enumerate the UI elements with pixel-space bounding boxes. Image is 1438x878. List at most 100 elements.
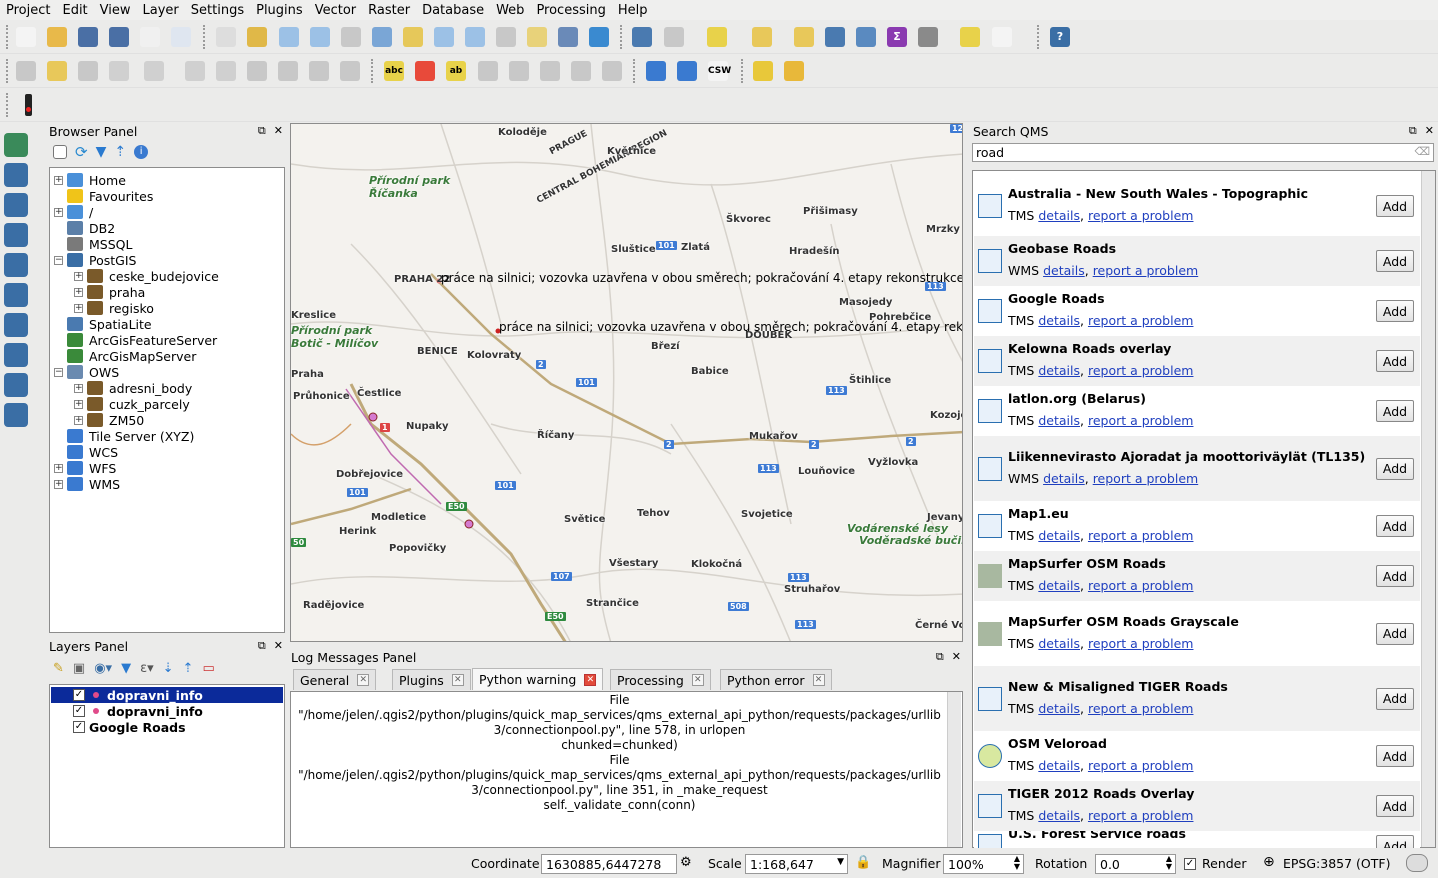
python-console-icon[interactable] [751,59,775,83]
collapse-all-icon[interactable]: ⇡ [183,661,194,676]
expand-toggle-icon[interactable]: + [74,415,83,425]
report-problem-link[interactable]: report a problem [1088,578,1194,593]
paste-features-icon[interactable] [338,59,362,83]
add-delimited-text-icon[interactable] [4,193,28,217]
browser-item[interactable]: + ceske_budejovice [74,268,219,284]
csw-icon[interactable]: CSW [706,59,731,83]
highlight-labels-icon[interactable] [476,59,500,83]
crs-label[interactable]: EPSG:3857 (OTF) [1283,856,1390,871]
magnifier-spinbox[interactable]: 100% ▲ ▼ [943,854,1024,874]
browser-item[interactable]: + / [54,204,93,220]
browser-item[interactable]: + adresni_body [74,380,192,396]
toggle-extents-icon[interactable]: ⚙ [680,855,692,870]
details-link[interactable]: details [1038,808,1080,823]
close-tab-icon[interactable]: ✕ [691,674,704,686]
refresh-icon[interactable]: ⟳ [75,143,88,161]
browser-item[interactable]: + WFS [54,460,116,476]
save-as-icon[interactable] [107,25,131,49]
details-link[interactable]: details [1038,363,1080,378]
expand-toggle-icon[interactable]: − [54,367,63,377]
add-wms-layer-icon[interactable] [4,283,28,307]
save-project-icon[interactable] [76,25,100,49]
tab-processing[interactable]: Processing ✕ [610,669,711,690]
browser-item[interactable]: + cuzk_parcely [74,396,190,412]
menu-web[interactable]: Web [490,3,530,18]
new-shapefile-icon[interactable] [4,403,28,427]
toggle-editing-icon[interactable] [45,59,69,83]
add-service-button[interactable]: Add [1376,622,1414,645]
add-polygon-icon[interactable] [142,59,166,83]
zoom-full-icon[interactable] [370,25,394,49]
pin-labels-icon[interactable]: ab [444,59,468,83]
close-tab-icon[interactable]: ✕ [584,673,597,686]
add-raster-layer-icon[interactable] [4,163,28,187]
add-service-button[interactable]: Add [1376,795,1414,817]
float-icon[interactable]: ⧉ [258,124,266,138]
add-service-button[interactable]: Add [1376,515,1414,537]
add-vector-layer-icon[interactable] [4,133,28,157]
move-label-icon[interactable] [538,59,562,83]
layer-item[interactable]: ✓ dopravni_info [51,687,283,703]
details-link[interactable]: details [1043,263,1085,278]
new-print-layout-icon[interactable] [138,25,162,49]
details-link[interactable]: details [1038,528,1080,543]
expand-toggle-icon[interactable]: + [74,383,83,393]
qms-scrollbar[interactable] [1421,171,1435,847]
report-problem-link[interactable]: report a problem [1088,758,1194,773]
action-icon[interactable] [662,25,686,49]
zoom-to-selection-icon[interactable] [401,25,425,49]
report-problem-link[interactable]: report a problem [1088,313,1194,328]
report-problem-link[interactable]: report a problem [1093,471,1199,486]
browser-item[interactable]: + praha [74,284,145,300]
show-bookmarks-icon[interactable] [556,25,580,49]
deselect-icon[interactable] [792,25,816,49]
crs-globe-icon[interactable]: ⊕ [1263,854,1275,870]
pan-icon[interactable] [214,25,238,49]
add-arcgis-layer-icon[interactable] [4,343,28,367]
zoom-to-layer-icon[interactable] [432,25,456,49]
zoom-in-icon[interactable] [277,25,301,49]
traffic-event-marker[interactable] [368,412,378,422]
node-tool-icon[interactable] [214,59,238,83]
browser-item[interactable]: WCS [54,444,118,460]
details-link[interactable]: details [1038,758,1080,773]
map-tips-icon[interactable] [958,25,982,49]
menu-processing[interactable]: Processing [530,3,611,18]
menu-layer[interactable]: Layer [137,3,185,18]
browser-item[interactable]: + Home [54,172,126,188]
menu-view[interactable]: View [94,3,137,18]
close-icon[interactable]: ✕ [952,650,961,664]
float-icon[interactable]: ⧉ [936,650,944,664]
report-problem-link[interactable]: report a problem [1088,636,1194,651]
close-tab-icon[interactable]: ✕ [357,674,370,686]
select-features-icon[interactable] [705,25,729,49]
messages-icon[interactable] [1406,854,1428,872]
browser-item[interactable]: DB2 [54,220,115,236]
log-output[interactable]: File "/home/jelen/.qgis2/python/plugins/… [290,691,963,848]
map-canvas[interactable]: Koloděje PRAGUE CENTRAL BOHEMIAN REGION Kvě… [290,123,963,642]
render-checkbox[interactable]: ✓ [1184,858,1196,870]
add-virtual-layer-icon[interactable] [4,373,28,397]
expand-toggle-icon[interactable]: + [74,399,83,409]
details-link[interactable]: details [1038,208,1080,223]
expand-toggle-icon[interactable]: + [74,271,83,281]
add-service-button[interactable]: Add [1376,687,1414,710]
measure-icon[interactable] [916,25,940,49]
report-problem-link[interactable]: report a problem [1088,363,1194,378]
browser-item[interactable]: ArcGisFeatureServer [54,332,217,348]
attribute-table-icon[interactable] [823,25,847,49]
new-project-icon[interactable] [14,25,38,49]
tab-plugins[interactable]: Plugins ✕ [392,669,471,690]
traffic-light-icon[interactable] [16,93,40,117]
coordinate-field[interactable]: 1630885,6447278 [541,854,677,874]
statistics-icon[interactable]: Σ [885,25,909,49]
rotation-spinbox[interactable]: 0.0 ▲ ▼ [1095,854,1176,874]
report-problem-link[interactable]: report a problem [1088,808,1194,823]
add-service-button[interactable]: Add [1376,457,1414,480]
expand-all-icon[interactable]: ⇣ [163,661,174,676]
details-link[interactable]: details [1038,413,1080,428]
info-icon[interactable]: i [134,145,149,159]
add-spatialite-layer-icon[interactable] [4,253,28,277]
report-problem-link[interactable]: report a problem [1088,701,1194,716]
select-expression-icon[interactable] [750,25,774,49]
